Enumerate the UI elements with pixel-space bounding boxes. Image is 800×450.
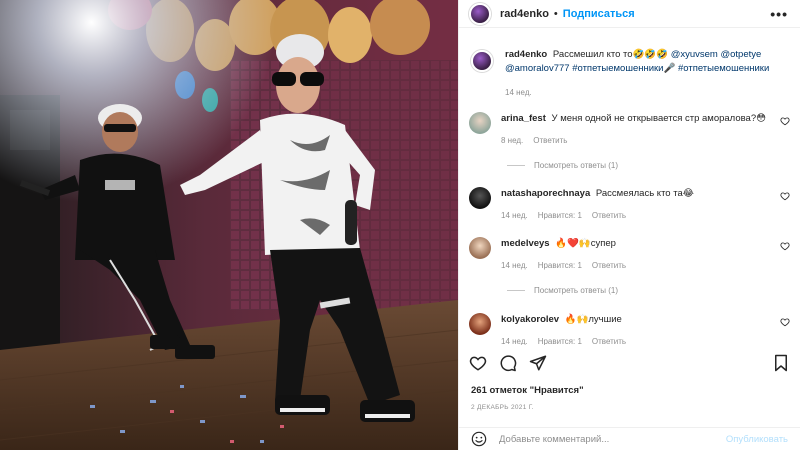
post-side-panel: rad4enko • Подписаться ••• rad4enko Расс… <box>458 0 800 450</box>
view-replies-label: Посмотреть ответы (1) <box>534 161 619 170</box>
hashtag-link[interactable]: #отпетыемошенники <box>572 63 663 74</box>
post-date: 2 ДЕКАБРЬ 2021 Г. <box>471 404 534 411</box>
comment-time: 14 нед. <box>501 211 528 220</box>
comment-username[interactable]: natashaporechnaya <box>501 188 590 199</box>
comment-username[interactable]: arina_fest <box>501 113 546 124</box>
reply-button[interactable]: Ответить <box>592 335 626 345</box>
replies-line <box>507 290 525 291</box>
caption-avatar[interactable] <box>471 50 493 72</box>
comment-meta: 14 нед. Нравится: 1 Ответить <box>501 259 790 272</box>
comment-text: 🔥🙌лучшие <box>564 314 622 325</box>
caption-body: rad4enko Рассмешил кто то🤣🤣🤣 @xyuvsem @o… <box>505 48 786 100</box>
post-actions <box>469 352 790 374</box>
likes-count[interactable]: 261 отметок "Нравится" <box>471 385 584 396</box>
mention-link[interactable]: @xyuvsem <box>671 49 718 60</box>
separator-dot: • <box>553 7 558 20</box>
comment-item: natashaporechnaya Рассмеялась кто та😂 14… <box>469 187 790 222</box>
comment-like-icon[interactable] <box>780 116 790 126</box>
comment-item: arina_fest У меня одной не открывается с… <box>469 112 790 147</box>
commenter-avatar[interactable] <box>469 187 491 209</box>
comment-icon[interactable] <box>499 354 517 372</box>
author-username[interactable]: rad4enko <box>500 8 549 20</box>
share-icon[interactable] <box>529 354 547 372</box>
comment-like-icon[interactable] <box>780 317 790 327</box>
commenter-avatar[interactable] <box>469 237 491 259</box>
caption-username[interactable]: rad4enko <box>505 49 547 60</box>
commenter-avatar[interactable] <box>469 112 491 134</box>
comment-likes[interactable]: Нравится: 1 <box>538 259 582 272</box>
comment-meta: 8 нед. Ответить <box>501 134 790 147</box>
post-header: rad4enko • Подписаться ••• <box>459 0 800 28</box>
comment-like-icon[interactable] <box>780 241 790 251</box>
comment-likes[interactable]: Нравится: 1 <box>538 209 582 222</box>
heart-icon[interactable] <box>469 354 487 372</box>
caption-text: Рассмешил кто то🤣🤣🤣 <box>552 49 669 60</box>
reply-button[interactable]: Ответить <box>592 259 626 272</box>
comment-text: Рассмеялась кто та😂 <box>595 188 694 199</box>
emoji-icon[interactable] <box>471 431 487 447</box>
follow-button[interactable]: Подписаться <box>563 8 635 20</box>
comment-item: medelveys 🔥❤️🙌супер 14 нед. Нравится: 1 … <box>469 237 790 272</box>
comment-body: kolyakorolev 🔥🙌лучшие 14 нед. Нравится: … <box>501 313 790 345</box>
view-replies-button[interactable]: Посмотреть ответы (1) <box>507 161 618 170</box>
reply-button[interactable]: Ответить <box>592 209 626 222</box>
post-photo[interactable] <box>0 0 458 450</box>
publish-button[interactable]: Опубликовать <box>726 434 788 445</box>
comment-meta: 14 нед. Нравится: 1 Ответить <box>501 209 790 222</box>
post-photo-image <box>0 0 458 450</box>
comment-like-icon[interactable] <box>780 191 790 201</box>
more-options-icon[interactable]: ••• <box>770 7 788 21</box>
mic-emoji: 🎤 <box>663 63 676 74</box>
comment-time: 8 нед. <box>501 136 524 145</box>
comment-time: 14 нед. <box>501 261 528 270</box>
comment-body: arina_fest У меня одной не открывается с… <box>501 112 790 147</box>
comment-username[interactable]: medelveys <box>501 238 550 249</box>
comment-input[interactable] <box>499 433 726 445</box>
post-caption: rad4enko Рассмешил кто то🤣🤣🤣 @xyuvsem @o… <box>459 48 800 100</box>
add-comment-bar: Опубликовать <box>459 427 800 450</box>
comment-time: 14 нед. <box>501 337 528 345</box>
reply-button[interactable]: Ответить <box>533 134 567 147</box>
hashtag-link[interactable]: #отпетыемошенники <box>678 63 769 74</box>
mention-link[interactable]: @amoralov777 <box>505 63 570 74</box>
bookmark-icon[interactable] <box>772 354 790 372</box>
comment-meta: 14 нед. Нравится: 1 Ответить <box>501 335 790 345</box>
comment-text: 🔥❤️🙌супер <box>555 238 616 249</box>
commenter-avatar[interactable] <box>469 313 491 335</box>
comment-body: natashaporechnaya Рассмеялась кто та😂 14… <box>501 187 790 222</box>
view-replies-label: Посмотреть ответы (1) <box>534 286 619 295</box>
comment-text: У меня одной не открывается стр аморалов… <box>551 113 767 124</box>
comments-list[interactable]: rad4enko Рассмешил кто то🤣🤣🤣 @xyuvsem @o… <box>459 42 800 345</box>
comment-item: kolyakorolev 🔥🙌лучшие 14 нед. Нравится: … <box>469 313 790 345</box>
view-replies-button[interactable]: Посмотреть ответы (1) <box>507 286 618 295</box>
author-avatar[interactable] <box>469 2 491 25</box>
comment-body: medelveys 🔥❤️🙌супер 14 нед. Нравится: 1 … <box>501 237 790 272</box>
comment-username[interactable]: kolyakorolev <box>501 314 559 325</box>
caption-time: 14 нед. <box>505 88 532 97</box>
mention-link[interactable]: @otpetye <box>720 49 761 60</box>
comment-likes[interactable]: Нравится: 1 <box>538 335 582 345</box>
replies-line <box>507 165 525 166</box>
